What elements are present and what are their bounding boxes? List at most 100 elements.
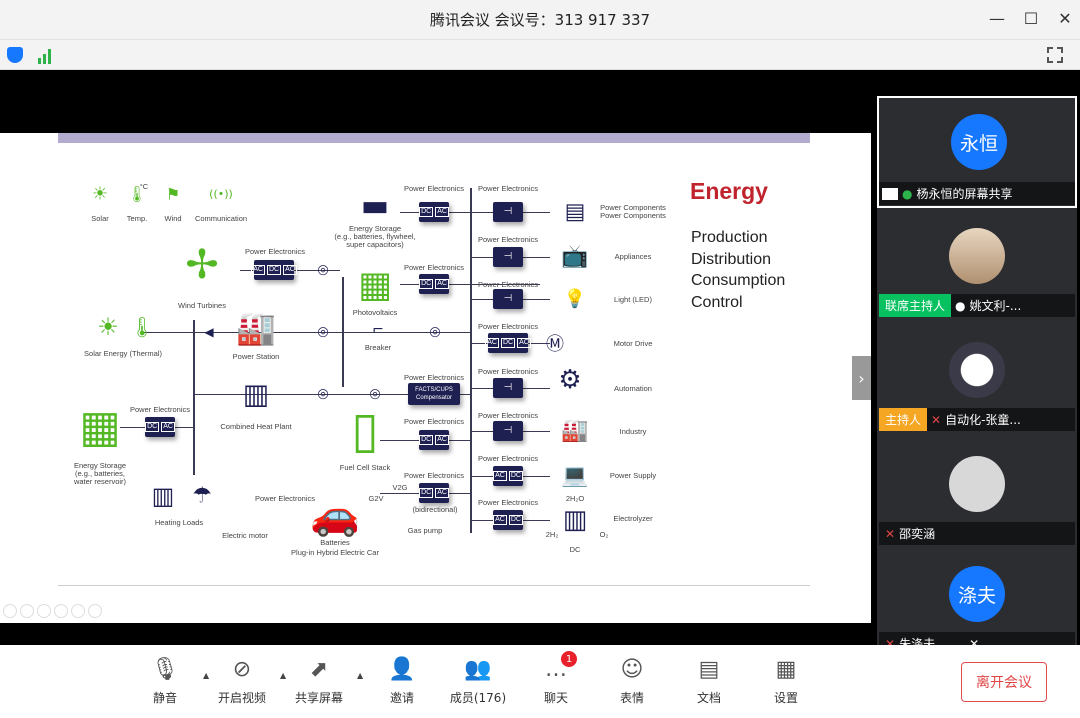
transformer-icon: ◎ <box>429 324 441 340</box>
host-badge: 主持人 <box>879 408 928 431</box>
leave-meeting-button[interactable]: 离开会议 <box>961 662 1047 702</box>
power-electronics-label: Power Electronics <box>477 454 539 463</box>
participant-name: 自动化-张童... <box>945 413 1021 427</box>
diagram-label: Industry <box>619 427 647 436</box>
toolbar-label: 设置 <box>773 691 798 705</box>
diagram-label: Heating Loads <box>154 518 204 527</box>
prev-slide-icon[interactable] <box>3 604 17 618</box>
diagram-label: Power Components <box>600 211 666 220</box>
toolbar-label: 文档 <box>696 691 721 705</box>
microphone-muted-icon: ✕ <box>885 636 896 646</box>
converter-label: AC <box>485 338 499 348</box>
toolbar-label: 成员(176) <box>449 691 507 705</box>
transistor-switch-box: ⊣ <box>493 421 523 441</box>
meeting-toolbar: 离开会议 🎙 静音 ⊘ 开启视频 ⬈ 共享屏幕 👤 邀请 👥 成员(176) … 1 聊天 ☺ 表情 ▤ 文档 ▦… <box>0 645 1080 718</box>
pen-icon[interactable] <box>37 604 51 618</box>
toolbar-button[interactable]: 🎙 静音 <box>150 655 180 706</box>
transformer-icon: ◎ <box>317 386 329 402</box>
fuel-cell-icon: ▯ <box>351 401 379 459</box>
participant-tile[interactable]: ✕ 邵奕涵 <box>877 438 1077 550</box>
screen-share-icon <box>882 187 898 200</box>
transformer-icon: ◎ <box>369 386 381 402</box>
toolbar-button[interactable]: ☺ 表情 <box>617 655 647 706</box>
bulb-icon: 💡 <box>563 288 587 310</box>
power-electronics-label: Power Electronics <box>403 184 465 193</box>
converter-label: DC <box>419 207 434 217</box>
next-slide-icon[interactable] <box>20 604 34 618</box>
converter-label: AC <box>517 338 531 348</box>
toolbar-icon: 👥 <box>464 656 492 682</box>
fullscreen-icon[interactable] <box>1047 47 1063 63</box>
network-signal-icon[interactable] <box>38 46 56 64</box>
home-icon[interactable] <box>54 604 68 618</box>
converter-label: DC <box>266 265 282 275</box>
collapse-icon[interactable]: ✕ <box>969 637 979 646</box>
diagram-label: Photovoltaics <box>352 308 398 317</box>
converter-box: DC AC <box>419 483 449 503</box>
diagram-label: DC <box>569 545 581 554</box>
power-electronics-label: Power Electronics <box>244 247 306 256</box>
participant-tile[interactable]: 永恒 ● 杨永恒的屏幕共享 <box>877 96 1077 208</box>
diagram-label: V2G <box>392 483 408 492</box>
minimize-button[interactable]: — <box>980 0 1014 36</box>
facts-compensator-box: FACTS/CUPS Compensator <box>408 383 460 405</box>
sun-icon: ☀ <box>97 313 119 341</box>
solar-panel-icon: ▦ <box>357 264 393 306</box>
toolbar-button[interactable]: 👥 成员(176) <box>450 655 506 706</box>
toolbar-icon: ⬈ <box>309 656 329 682</box>
avatar: 涤夫 <box>949 566 1005 622</box>
maximize-button[interactable]: ☐ <box>1014 0 1048 36</box>
power-electronics-label: Power Electronics <box>477 411 539 420</box>
converter-label: AC <box>251 265 265 275</box>
microphone-muted-icon: ✕ <box>931 412 942 427</box>
power-electronics-label: Power Electronics <box>477 184 539 193</box>
toolbar-label: 邀请 <box>389 691 414 705</box>
transformer-icon: ◎ <box>317 324 329 340</box>
name-bar: ✕ 朱涤夫 ✕ <box>879 632 1075 645</box>
toolbar-button[interactable]: ⬈ 共享屏幕 <box>295 655 343 706</box>
options-caret-icon[interactable]: ▲ <box>280 671 286 680</box>
participant-video-panel: 永恒 ● 杨永恒的屏幕共享 联席主持人 ● 姚文利-... 主持人 ✕ 自动化-… <box>877 96 1077 645</box>
panel-toggle-arrow[interactable]: › <box>852 356 871 400</box>
microphone-muted-icon: ✕ <box>885 526 896 541</box>
transistor-switch-box: ⊣ <box>493 247 523 267</box>
security-shield-icon[interactable] <box>7 47 23 63</box>
options-caret-icon[interactable]: ▲ <box>357 671 363 680</box>
zoom-in-icon[interactable] <box>71 604 85 618</box>
toolbar-button[interactable]: ⊘ 开启视频 <box>218 655 266 706</box>
zoom-out-icon[interactable] <box>88 604 102 618</box>
title-bar: 腾讯会议 会议号：313 917 337 — ☐ ✕ <box>0 0 1080 40</box>
name-bar: 联席主持人 ● 姚文利-... <box>879 294 1075 317</box>
toolbar-label: 聊天 <box>543 691 568 705</box>
participant-tile[interactable]: 主持人 ✕ 自动化-张童... <box>877 324 1077 436</box>
pump-icon: ◀ <box>204 325 214 339</box>
diagram-label: super capacitors) <box>346 240 404 249</box>
power-electronics-label: Power Electronics <box>477 235 539 244</box>
participant-tile[interactable]: 联席主持人 ● 姚文利-... <box>877 210 1077 322</box>
cohost-badge: 联席主持人 <box>879 294 952 317</box>
participant-tile[interactable]: 涤夫 ✕ 朱涤夫 ✕ <box>877 552 1077 645</box>
laptop-icon: 💻 <box>561 463 589 489</box>
diagram-label: Solar Energy (Thermal) <box>84 349 162 358</box>
toolbar-button[interactable]: ▦ 设置 <box>771 655 801 706</box>
converter-label: AC <box>435 279 449 289</box>
industry-icon: 🏭 <box>561 418 589 444</box>
breaker-icon: ⌐ <box>372 322 384 338</box>
slide-title: Energy <box>690 178 768 204</box>
name-bar: ✕ 邵奕涵 <box>879 522 1075 545</box>
toolbar-icon: ⊘ <box>232 656 252 682</box>
transistor-switch-box: ⊣ <box>493 378 523 398</box>
power-electronics-label: Power Electronics <box>129 405 191 414</box>
close-button[interactable]: ✕ <box>1048 0 1080 36</box>
bus-line <box>470 188 472 533</box>
transistor-switch-box: ⊣ <box>493 289 523 309</box>
options-caret-icon[interactable]: ▲ <box>203 671 209 680</box>
toolbar-icon: 👤 <box>388 656 416 682</box>
power-electronics-label: Power Electronics <box>254 494 316 503</box>
connector-line <box>140 332 470 333</box>
toolbar-button[interactable]: ▤ 文档 <box>694 655 724 706</box>
toolbar-button[interactable]: 👤 邀请 <box>387 655 417 706</box>
diagram-label: Appliances <box>614 252 652 261</box>
diagram-label: water reservoir) <box>73 477 127 486</box>
toolbar-button[interactable]: … 1 聊天 <box>541 651 577 706</box>
